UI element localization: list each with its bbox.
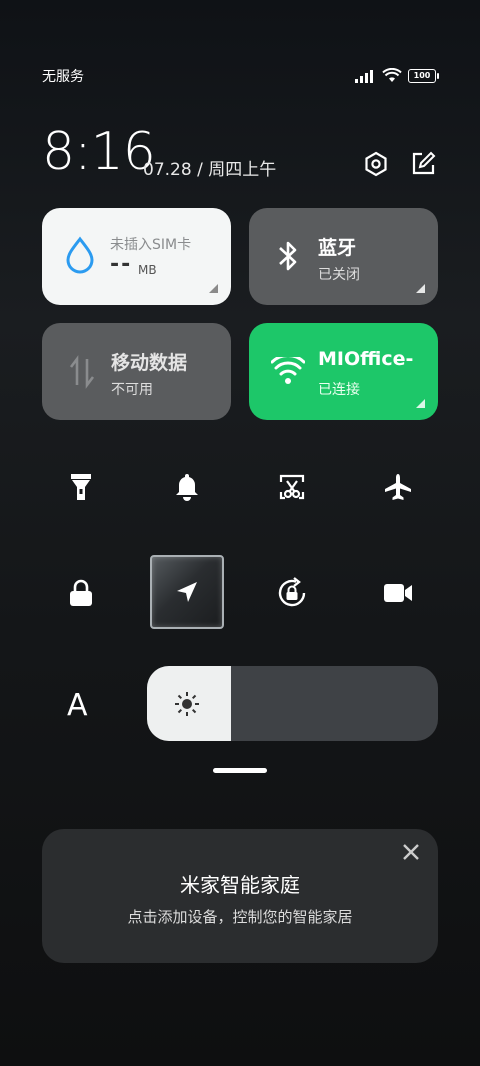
data-usage-value: --: [110, 252, 133, 277]
mobile-data-icon: [69, 355, 95, 389]
close-icon[interactable]: [400, 841, 422, 863]
lock-icon: [70, 579, 92, 606]
wifi-status: 已连接: [318, 382, 360, 398]
video-camera-icon: [384, 584, 412, 602]
settings-icon[interactable]: [362, 150, 390, 178]
clock-date: 07.28 / 周四上午: [143, 160, 277, 180]
bluetooth-status: 已关闭: [318, 267, 360, 283]
auto-brightness-toggle[interactable]: A: [67, 688, 88, 723]
sun-icon: [175, 692, 199, 716]
data-usage-unit: MB: [138, 263, 157, 277]
status-icons: 100: [354, 68, 439, 83]
lock-screen-toggle[interactable]: [59, 571, 103, 615]
expand-corner-icon: [416, 284, 425, 293]
mobile-data-title: 移动数据: [111, 352, 188, 374]
scissors-screenshot-icon: [279, 474, 305, 500]
wifi-network-name: MIOffice-: [318, 348, 414, 370]
bluetooth-tile[interactable]: 蓝牙 已关闭: [249, 208, 438, 305]
navigation-arrow-icon: [177, 582, 197, 602]
signal-icon: [355, 69, 373, 83]
mobile-data-status: 不可用: [111, 382, 153, 398]
rotation-lock-toggle[interactable]: [270, 571, 314, 615]
airplane-mode-toggle[interactable]: [376, 465, 420, 509]
brightness-slider[interactable]: [147, 666, 438, 741]
wifi-icon: [382, 68, 402, 82]
sim-status-label: 未插入SIM卡: [110, 237, 192, 253]
airplane-icon: [385, 474, 411, 500]
screenshot-toggle[interactable]: [270, 465, 314, 509]
flashlight-toggle[interactable]: [59, 465, 103, 509]
carrier-label: 无服务: [42, 69, 84, 85]
bluetooth-title: 蓝牙: [318, 237, 357, 259]
status-bar: 无服务 100: [42, 66, 439, 88]
rotation-lock-icon: [278, 577, 306, 607]
expand-corner-icon: [416, 399, 425, 408]
clock-time: 8:16: [42, 122, 156, 182]
smart-home-title: 米家智能家庭: [180, 873, 300, 897]
expand-corner-icon: [209, 284, 218, 293]
bluetooth-icon: [279, 241, 297, 271]
water-drop-icon: [66, 236, 94, 274]
location-toggle[interactable]: [150, 555, 224, 629]
flashlight-icon: [71, 474, 91, 500]
smart-home-subtitle: 点击添加设备，控制您的智能家居: [127, 908, 353, 926]
wifi-icon: [271, 357, 305, 384]
data-usage-tile[interactable]: 未插入SIM卡 -- MB: [42, 208, 231, 305]
wifi-tile[interactable]: MIOffice- 已连接: [249, 323, 438, 420]
smart-home-card[interactable]: 米家智能家庭 点击添加设备，控制您的智能家居: [42, 829, 438, 963]
edit-icon[interactable]: [409, 150, 437, 178]
battery-icon: 100: [408, 68, 439, 83]
bell-icon: [176, 474, 198, 501]
screen-recorder-toggle[interactable]: [376, 571, 420, 615]
drag-handle[interactable]: [213, 768, 267, 773]
mobile-data-tile[interactable]: 移动数据 不可用: [42, 323, 231, 420]
mute-toggle[interactable]: [165, 465, 209, 509]
